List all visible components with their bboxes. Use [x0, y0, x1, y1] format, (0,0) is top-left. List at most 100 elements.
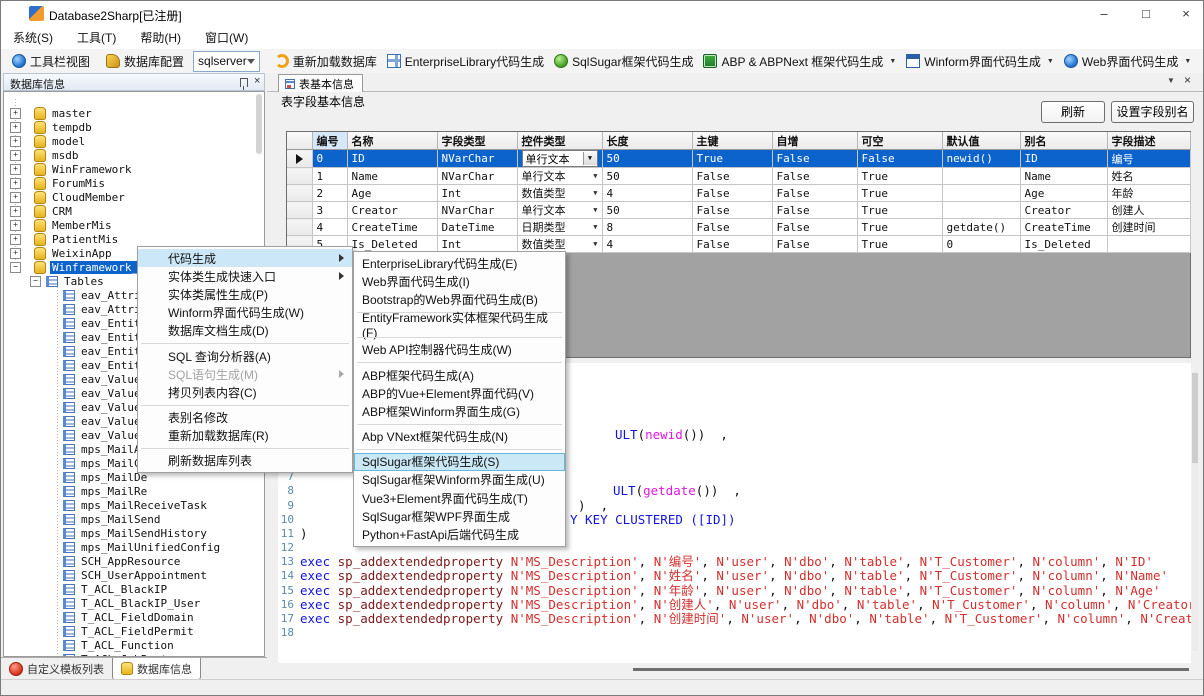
- dropdown-arrow-icon[interactable]: ▼: [1184, 58, 1191, 65]
- expand-minus-icon[interactable]: −: [10, 262, 21, 273]
- grid-cell[interactable]: ID: [1020, 150, 1107, 168]
- grid-cell[interactable]: [1107, 236, 1190, 253]
- toolbar-enterpriselibrary-button[interactable]: EnterpriseLibrary代码生成: [382, 50, 549, 72]
- menu-item[interactable]: 实体类属性生成(P): [138, 285, 352, 303]
- grid-cell[interactable]: 姓名: [1107, 168, 1190, 185]
- menu-item[interactable]: Python+FastApi后端代码生成: [354, 525, 565, 543]
- toolbar-winform-button[interactable]: Winform界面代码生成 ▼: [901, 50, 1059, 72]
- menu-system[interactable]: 系统(S): [1, 27, 65, 49]
- grid-cell[interactable]: True: [857, 202, 942, 219]
- tree-database-item[interactable]: +WinFramework: [4, 162, 264, 176]
- expand-minus-icon[interactable]: −: [30, 276, 41, 287]
- grid-cell[interactable]: [942, 168, 1020, 185]
- menu-item[interactable]: ABP框架代码生成(A): [354, 366, 565, 384]
- expand-plus-icon[interactable]: +: [10, 248, 21, 259]
- expand-plus-icon[interactable]: +: [10, 220, 21, 231]
- grid-cell[interactable]: True: [857, 219, 942, 236]
- grid-cell[interactable]: 年龄: [1107, 185, 1190, 202]
- row-selector-cell[interactable]: [287, 185, 312, 202]
- grid-row[interactable]: 3CreatorNVarChar单行文本▼50FalseFalseTrueCre…: [287, 202, 1190, 219]
- grid-row[interactable]: 0IDNVarChar单行文本▼50TrueFalseFalsenewid()I…: [287, 150, 1190, 168]
- grid-cell[interactable]: 0: [312, 150, 347, 168]
- tree-table-item[interactable]: T_ACL_Function: [4, 638, 264, 652]
- grid-cell[interactable]: 0: [942, 236, 1020, 253]
- grid-cell[interactable]: 创建人: [1107, 202, 1190, 219]
- menu-item[interactable]: Winform界面代码生成(W): [138, 304, 352, 322]
- expand-plus-icon[interactable]: +: [10, 206, 21, 217]
- grid-cell[interactable]: 50: [602, 202, 692, 219]
- grid-cell[interactable]: 日期类型▼: [517, 219, 602, 236]
- control-type-cell[interactable]: 数值类型▼: [522, 236, 598, 252]
- menu-window[interactable]: 窗口(W): [193, 27, 260, 49]
- grid-cell[interactable]: [942, 185, 1020, 202]
- grid-cell[interactable]: Int: [437, 185, 517, 202]
- combobox-dropdown-icon[interactable]: ▼: [593, 240, 597, 248]
- menu-item[interactable]: ABP框架Winform界面生成(G): [354, 402, 565, 420]
- toolbar-db-config-button[interactable]: 数据库配置: [101, 50, 189, 72]
- tree-database-item[interactable]: +model: [4, 134, 264, 148]
- expand-plus-icon[interactable]: +: [10, 192, 21, 203]
- control-type-cell[interactable]: 单行文本▼: [522, 202, 598, 218]
- grid-cell[interactable]: True: [857, 185, 942, 202]
- grid-cell[interactable]: 编号: [1107, 150, 1190, 168]
- menu-item[interactable]: ABP的Vue+Element界面代码(V): [354, 384, 565, 402]
- grid-cell[interactable]: True: [857, 168, 942, 185]
- row-selector-cell[interactable]: [287, 150, 312, 168]
- grid-cell[interactable]: True: [857, 236, 942, 253]
- menu-item[interactable]: Vue3+Element界面代码生成(T): [354, 489, 565, 507]
- grid-cell[interactable]: Creator: [347, 202, 437, 219]
- grid-column-header[interactable]: 默认值: [942, 132, 1020, 150]
- tab-list-dropdown-icon[interactable]: ▼: [1167, 76, 1175, 85]
- grid-column-header[interactable]: 编号: [312, 132, 347, 150]
- menu-item[interactable]: 拷贝列表内容(C): [138, 383, 352, 401]
- grid-cell[interactable]: Age: [347, 185, 437, 202]
- grid-cell[interactable]: 4: [602, 185, 692, 202]
- tree-database-item[interactable]: +MemberMis: [4, 218, 264, 232]
- grid-cell[interactable]: 2: [312, 185, 347, 202]
- grid-row[interactable]: 1NameNVarChar单行文本▼50FalseFalseTrueName姓名: [287, 168, 1190, 185]
- grid-column-header[interactable]: 名称: [347, 132, 437, 150]
- tree-database-item[interactable]: +CloudMember: [4, 190, 264, 204]
- toolbar-web-button[interactable]: Web界面代码生成 ▼: [1059, 50, 1196, 72]
- tree-table-item[interactable]: SCH_UserAppointment: [4, 568, 264, 582]
- menu-help[interactable]: 帮助(H): [128, 27, 193, 49]
- grid-cell[interactable]: 50: [602, 150, 692, 168]
- row-selector-cell[interactable]: [287, 202, 312, 219]
- tab-close-icon[interactable]: ×: [1184, 73, 1191, 87]
- menu-item[interactable]: SqlSugar框架代码生成(S): [354, 453, 565, 471]
- grid-column-header[interactable]: 长度: [602, 132, 692, 150]
- menu-item[interactable]: Abp VNext框架代码生成(N): [354, 428, 565, 446]
- combobox-dropdown-icon[interactable]: ▼: [583, 152, 597, 165]
- grid-cell[interactable]: False: [692, 185, 772, 202]
- grid-cell[interactable]: 单行文本▼: [517, 150, 602, 168]
- maximize-button[interactable]: □: [1125, 1, 1167, 27]
- grid-cell[interactable]: False: [772, 150, 857, 168]
- tree-database-item[interactable]: +msdb: [4, 148, 264, 162]
- toolbar-view-button[interactable]: 工具栏视图: [7, 50, 95, 72]
- grid-column-header[interactable]: 可空: [857, 132, 942, 150]
- grid-cell[interactable]: NVarChar: [437, 168, 517, 185]
- tree-table-item[interactable]: mps_MailReceiveTask: [4, 498, 264, 512]
- row-selector-cell[interactable]: [287, 219, 312, 236]
- grid-cell[interactable]: False: [857, 150, 942, 168]
- toolbar-sqlsugar-button[interactable]: SqlSugar框架代码生成: [549, 50, 698, 72]
- row-selector-cell[interactable]: [287, 168, 312, 185]
- tree-database-item[interactable]: +master: [4, 106, 264, 120]
- tree-table-item[interactable]: T_ACL_FieldDomain: [4, 610, 264, 624]
- tree-database-item[interactable]: +tempdb: [4, 120, 264, 134]
- tab-table-info[interactable]: 表基本信息: [278, 74, 363, 92]
- combobox-dropdown-icon[interactable]: ▼: [593, 223, 597, 231]
- tree-table-item[interactable]: mps_MailSend: [4, 512, 264, 526]
- grid-cell[interactable]: False: [772, 219, 857, 236]
- grid-cell[interactable]: False: [692, 236, 772, 253]
- grid-column-header[interactable]: 自增: [772, 132, 857, 150]
- toolbar-abp-button[interactable]: ABP & ABPNext 框架代码生成 ▼: [698, 50, 901, 72]
- grid-cell[interactable]: Age: [1020, 185, 1107, 202]
- pin-icon[interactable]: [240, 78, 248, 87]
- grid-cell[interactable]: 数值类型▼: [517, 236, 602, 253]
- grid-cell[interactable]: 数值类型▼: [517, 185, 602, 202]
- grid-cell[interactable]: newid(): [942, 150, 1020, 168]
- panel-bottom-tab[interactable]: 数据库信息: [112, 658, 201, 680]
- minimize-button[interactable]: –: [1083, 1, 1125, 27]
- panel-bottom-tab[interactable]: 自定义模板列表: [1, 658, 112, 679]
